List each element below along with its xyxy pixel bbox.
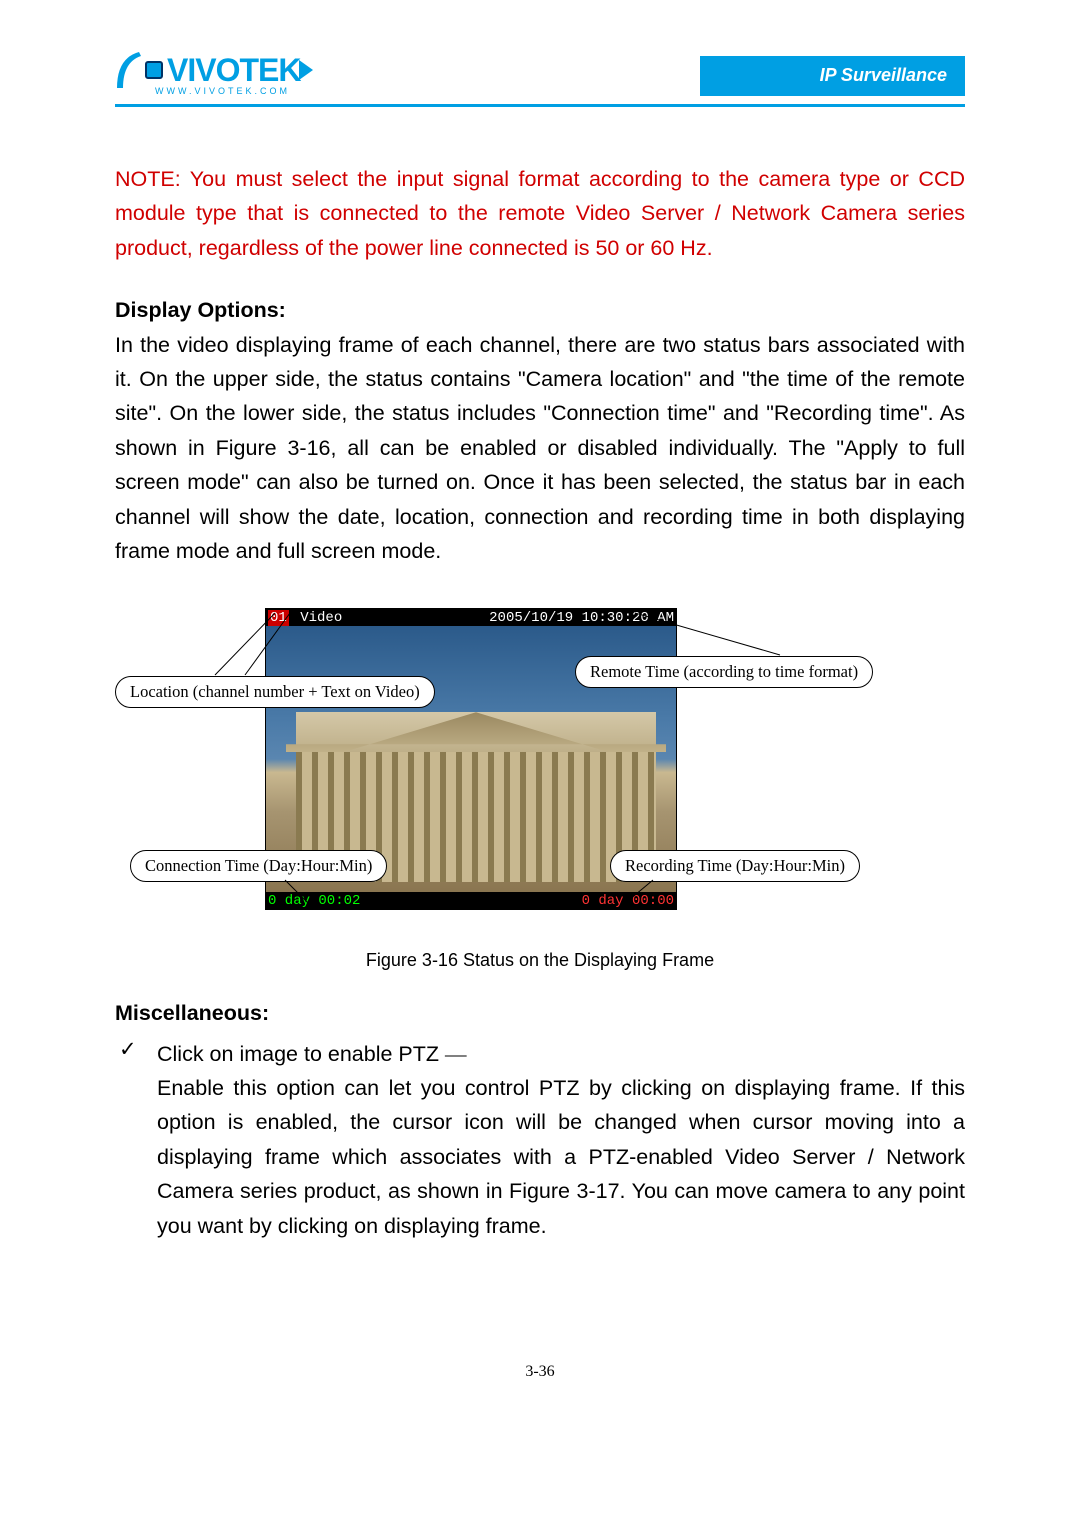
figure-3-16: 01 Video 2005/10/19 10:30:20 AM 0 day 00… (115, 603, 965, 938)
page-header: VIVOTEK WWW.VIVOTEK.COM IP Surveillance (115, 50, 965, 96)
display-options-body: In the video displaying frame of each ch… (115, 328, 965, 569)
list-item: ✓ Click on image to enable PTZ — Enable … (115, 1037, 965, 1243)
logo-swoosh-icon (115, 50, 143, 90)
logo-dot-icon (145, 61, 163, 79)
miscellaneous-heading: Miscellaneous: (115, 996, 965, 1030)
brand-logo: VIVOTEK WWW.VIVOTEK.COM (115, 50, 313, 96)
figure-caption: Figure 3-16 Status on the Displaying Fra… (115, 950, 965, 971)
remote-time-value: 2005/10/19 10:30:20 AM (489, 610, 674, 626)
header-tagline: IP Surveillance (700, 56, 965, 96)
document-page: VIVOTEK WWW.VIVOTEK.COM IP Surveillance … (0, 0, 1080, 1431)
channel-label: Video (300, 610, 342, 626)
misc-item-label: Click on image to enable PTZ (157, 1042, 439, 1066)
header-divider (115, 104, 965, 107)
callout-connection-time: Connection Time (Day:Hour:Min) (130, 850, 387, 882)
note-paragraph: NOTE: You must select the input signal f… (115, 162, 965, 265)
checkmark-icon: ✓ (115, 1037, 157, 1062)
channel-number: 01 (268, 610, 289, 626)
connection-time-value: 0 day 00:02 (268, 893, 360, 909)
callout-recording-time: Recording Time (Day:Hour:Min) (610, 850, 860, 882)
display-options-heading: Display Options: (115, 293, 965, 327)
logo-arrow-icon (299, 60, 313, 80)
status-bar-bottom: 0 day 00:02 0 day 00:00 (266, 892, 676, 909)
misc-list: ✓ Click on image to enable PTZ — Enable … (115, 1037, 965, 1243)
brand-url: WWW.VIVOTEK.COM (155, 86, 290, 96)
misc-item-body: Enable this option can let you control P… (157, 1076, 965, 1238)
callout-location: Location (channel number + Text on Video… (115, 676, 435, 708)
page-number: 3-36 (115, 1363, 965, 1381)
brand-name: VIVOTEK (167, 52, 300, 89)
misc-item-dash: — (445, 1042, 467, 1066)
recording-time-value: 0 day 00:00 (582, 893, 674, 909)
status-bar-top: 01 Video 2005/10/19 10:30:20 AM (266, 609, 676, 626)
callout-remote-time: Remote Time (according to time format) (575, 656, 873, 688)
